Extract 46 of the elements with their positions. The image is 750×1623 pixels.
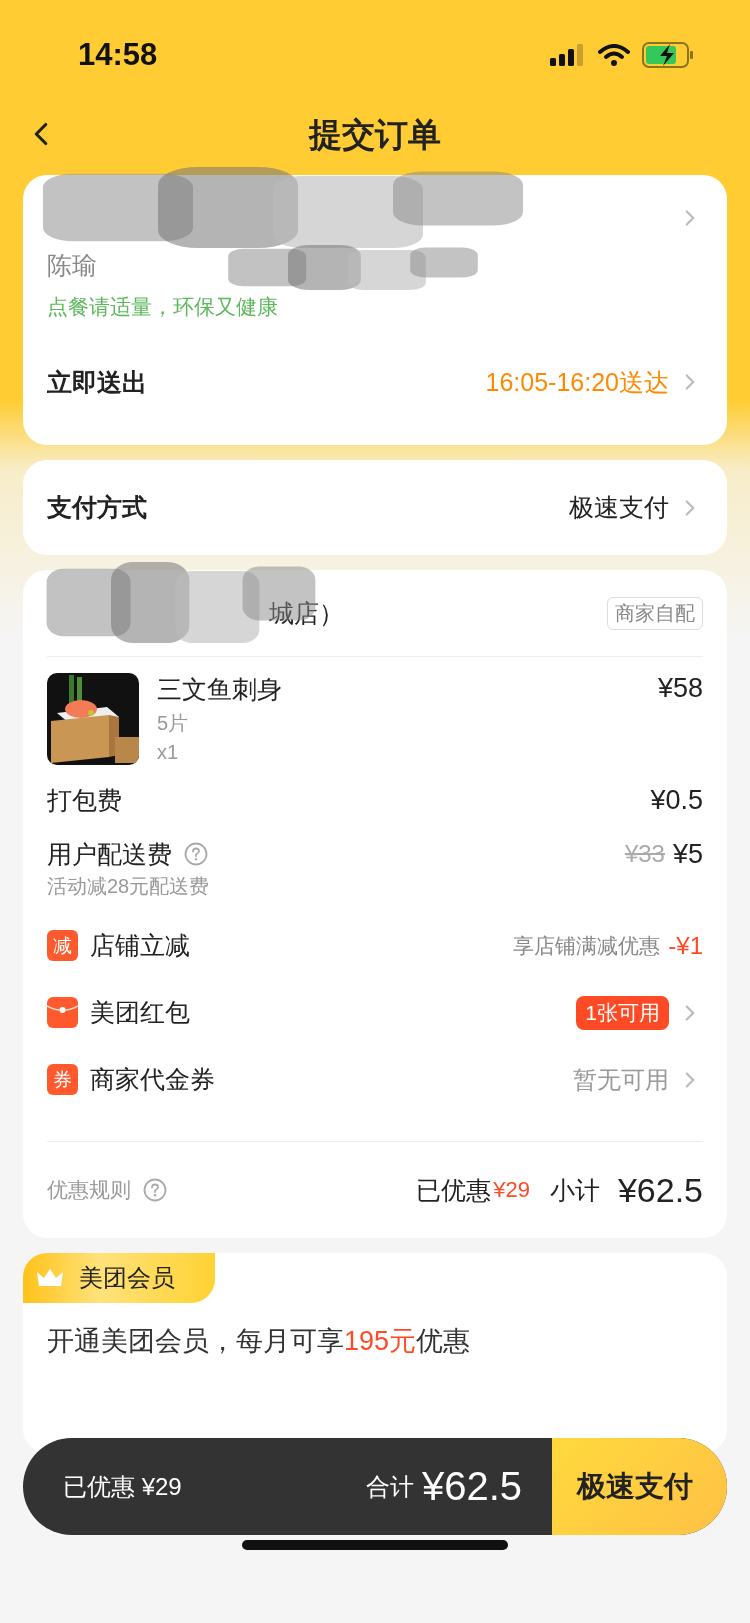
battery-charging-icon [642,42,694,68]
item-quantity: x1 [157,741,180,764]
fee-label: 用户配送费 [47,838,172,870]
original-price: ¥33 [624,840,665,868]
promo-hint: 暂无可用 [573,1064,669,1095]
checkout-saved: 已优惠 ¥29 [63,1471,182,1502]
subtotal-label: 小计 [549,1174,600,1206]
subtotal-amount: ¥62.5 [617,1170,703,1210]
store-name: 城店） [268,597,344,629]
member-promo-text: 开通美团会员，每月可享195元优惠 [46,1325,472,1358]
fee-note: 活动减28元配送费 [47,874,211,899]
contact-name: 陈瑜 [47,249,97,281]
fee-price: ¥5 [672,838,703,870]
delivery-label: 立即送出 [47,366,147,398]
fee-price: ¥0.5 [650,784,703,816]
status-time: 14:58 [78,37,158,73]
signal-icon [550,44,586,66]
coupon-count-tag: 1张可用 [576,995,669,1030]
help-icon[interactable] [184,842,208,866]
member-badge-label: 美团会员 [79,1263,175,1293]
total-amount: ¥62.5 [421,1464,522,1509]
item-price: ¥58 [657,673,703,704]
fee-label: 打包费 [47,784,122,816]
page-title: 提交订单 [309,114,441,155]
promo-hint: 享店铺满减优惠 [513,932,661,959]
eco-tip: 点餐请适量，环保又健康 [47,294,278,320]
item-name: 三文鱼刺身 [157,674,283,705]
promo-label: 美团红包 [90,997,190,1028]
pay-button[interactable]: 极速支付 [552,1438,727,1535]
wifi-icon [598,44,630,66]
promo-label: 商家代金券 [90,1064,215,1095]
delivery-time: 16:05-16:20送达 [485,366,669,398]
total-label: 合计 [365,1471,414,1502]
payment-card[interactable]: 支付方式 极速支付 [23,460,727,555]
saved-label: 已优惠 [416,1174,492,1206]
payment-label: 支付方式 [47,492,147,523]
help-icon[interactable] [143,1178,167,1202]
promo-badge: 券 [47,1064,78,1095]
delivery-tag: 商家自配 [607,596,703,630]
item-spec: 5片 [157,711,190,736]
promo-label: 店铺立减 [90,930,190,961]
envelope-icon [47,997,78,1028]
promo-badge: 减 [47,930,78,961]
promo-amount: -¥1 [668,931,703,960]
payment-method: 极速支付 [569,492,669,523]
saved-amount: ¥29 [493,1177,530,1203]
